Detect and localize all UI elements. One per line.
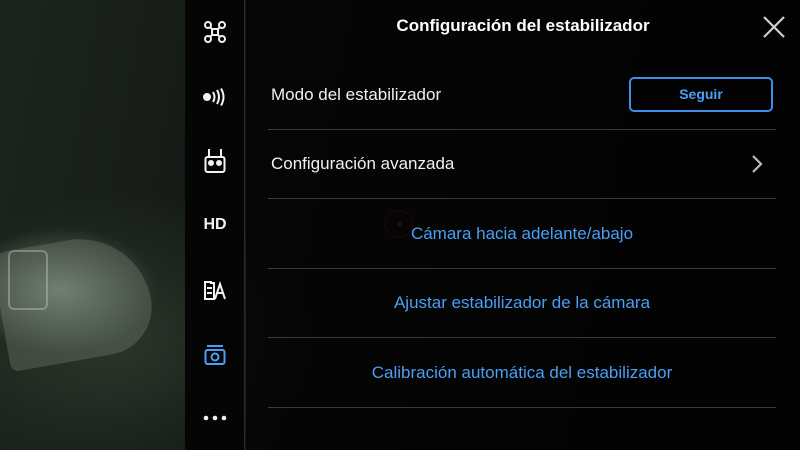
gimbal-mode-label: Modo del estabilizador (271, 85, 442, 104)
sidebar-item-battery[interactable] (185, 268, 245, 312)
settings-sidebar: HD (185, 0, 245, 450)
camera-icon (204, 345, 226, 365)
adjust-gimbal-button[interactable]: Ajustar estabilizador de la cámara (268, 268, 776, 337)
gimbal-mode-row: Modo del estabilizador Seguir (268, 60, 776, 130)
remote-controller-icon (204, 149, 226, 173)
sidebar-item-aircraft[interactable] (185, 10, 245, 54)
battery-icon (204, 280, 226, 300)
sidebar-item-hd[interactable]: HD (185, 203, 245, 247)
sidebar-item-remote-controller[interactable] (185, 139, 245, 183)
advanced-settings-row[interactable]: Configuración avanzada (268, 129, 776, 199)
close-icon (763, 16, 785, 38)
hd-icon: HD (203, 216, 227, 233)
advanced-settings-label: Configuración avanzada (271, 154, 455, 173)
adjust-gimbal-row: Ajustar estabilizador de la cámara (268, 268, 776, 338)
signal-icon (203, 88, 225, 106)
camera-forward-down-row: Cámara hacia adelante/abajo (268, 199, 776, 269)
sidebar-item-gimbal-camera[interactable] (185, 333, 245, 377)
more-icon (203, 415, 227, 421)
auto-calibration-row: Calibración automática del estabilizador (268, 338, 776, 408)
sidebar-item-more[interactable] (185, 396, 245, 440)
chevron-right-icon (752, 155, 763, 173)
drone-icon (204, 21, 226, 43)
gimbal-settings-panel: Configuración del estabilizador Modo del… (246, 0, 800, 450)
sidebar-item-signal[interactable] (185, 75, 245, 119)
auto-calibration-button[interactable]: Calibración automática del estabilizador (268, 338, 776, 407)
camera-scene-object (8, 250, 48, 310)
close-button[interactable] (761, 14, 787, 40)
camera-forward-down-button[interactable]: Cámara hacia adelante/abajo (268, 199, 776, 268)
gimbal-mode-button[interactable]: Seguir (629, 77, 773, 112)
page-title: Configuración del estabilizador (396, 16, 650, 35)
